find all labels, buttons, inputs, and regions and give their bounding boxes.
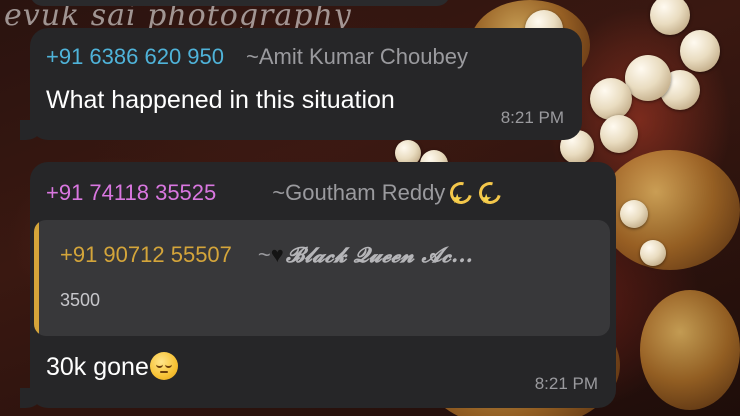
- sender-phone[interactable]: +91 74118 35525: [46, 180, 216, 206]
- quote-text: 3500: [60, 290, 101, 310]
- bubble-tail: [20, 388, 44, 408]
- quote-sender-phone: +91 90712 55507: [60, 242, 232, 267]
- message-time: 8:21 PM: [534, 374, 598, 393]
- message-text: 30k gone: [46, 353, 149, 381]
- quote-name-prefix: ~: [257, 242, 271, 267]
- quoted-message[interactable]: +91 90712 55507 ~ ♥ 𝓑𝓵𝓪𝓬𝓴 𝓠𝓾𝓮𝓮𝓷 𝓐𝓬... 35…: [34, 220, 610, 336]
- quote-accent-bar: [34, 220, 39, 336]
- message-time: 8:21 PM: [500, 108, 564, 127]
- sender-phone[interactable]: +91 6386 620 950: [46, 44, 224, 70]
- sender-name: ~Amit Kumar Choubey: [246, 44, 468, 69]
- dizzy-icon: ★: [446, 177, 477, 209]
- message-text: What happened in this situation: [46, 86, 395, 114]
- pensive-face-icon: [149, 352, 178, 380]
- sender-name: ~Goutham Reddy: [272, 180, 446, 205]
- message-bubble[interactable]: +91 74118 35525 ~Goutham Reddy ★ ★ +91 9…: [20, 162, 616, 408]
- previous-message-bubble[interactable]: [30, 0, 450, 6]
- bubble-tail: [20, 120, 44, 140]
- dizzy-icon: ★: [475, 177, 506, 209]
- quote-sender-name: 𝓑𝓵𝓪𝓬𝓴 𝓠𝓾𝓮𝓮𝓷 𝓐𝓬...: [285, 242, 473, 267]
- black-heart-icon: ♥: [270, 242, 284, 267]
- message-text-row: 30k gone: [46, 352, 178, 382]
- message-bubble[interactable]: +91 6386 620 950 ~Amit Kumar Choubey Wha…: [20, 28, 582, 140]
